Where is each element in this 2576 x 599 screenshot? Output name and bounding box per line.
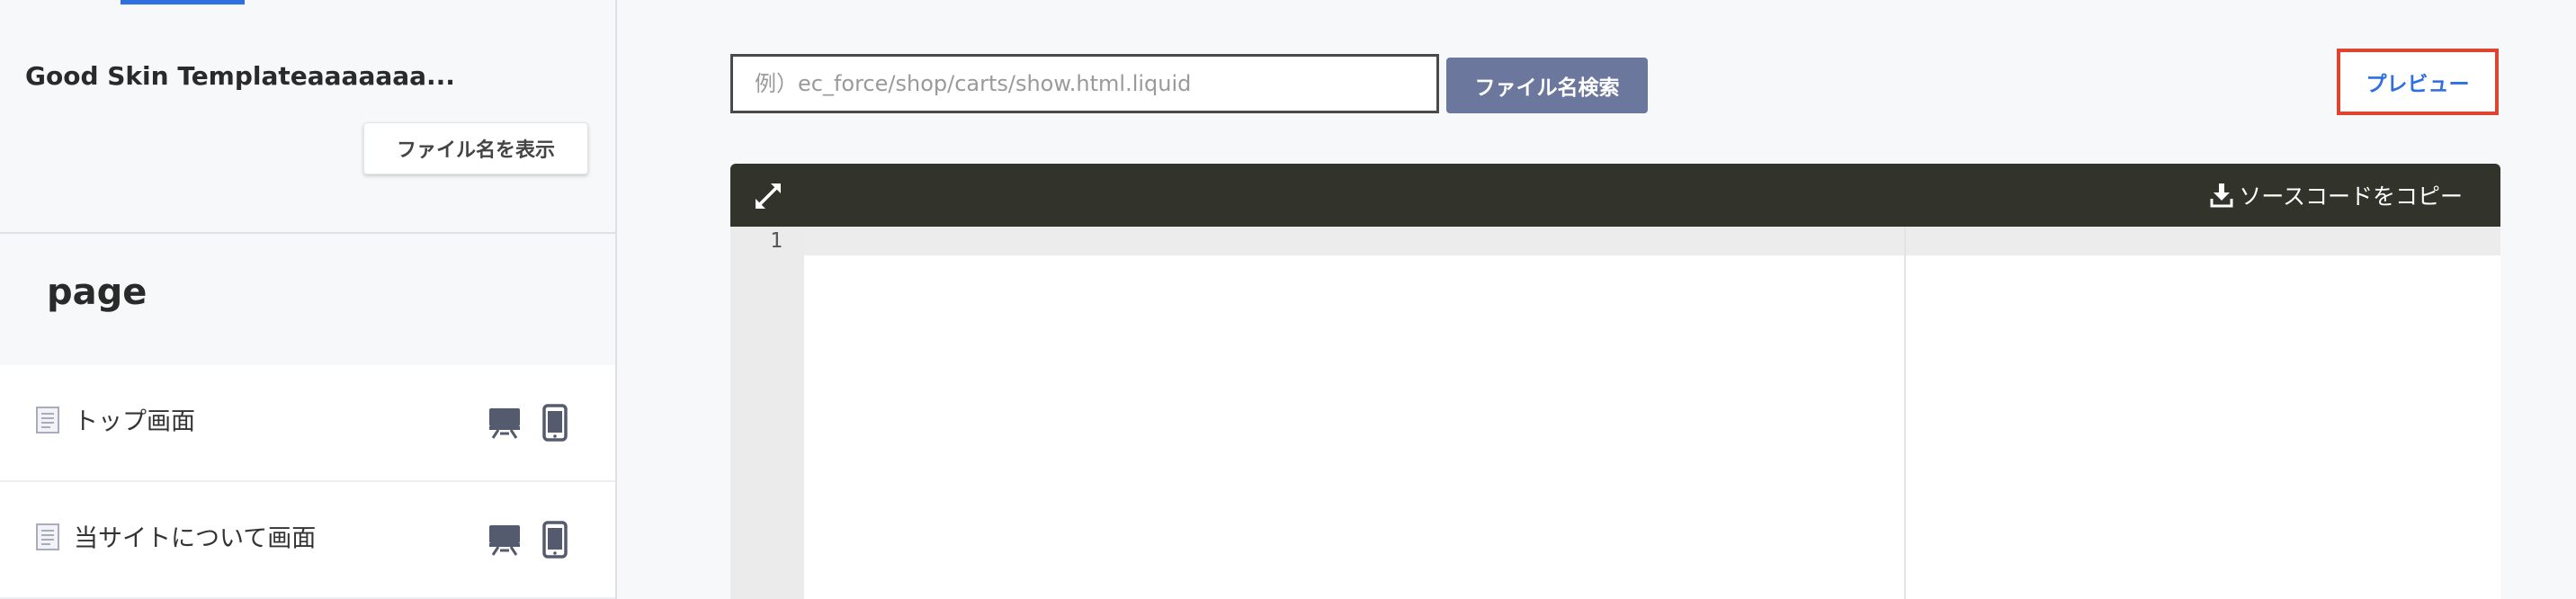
page-item-top[interactable]: トップ画面 (0, 365, 615, 482)
page-item-label: 当サイトについて画面 (74, 524, 317, 553)
copy-source-label: ソースコードをコピー (2239, 183, 2463, 210)
sidebar: Good Skin Templateaaaaaaa... ファイル名を表示 pa… (0, 0, 617, 599)
preview-button[interactable]: プレビュー (2337, 49, 2499, 115)
editor-gutter (730, 227, 804, 599)
page-list: トップ画面 当サイトについて画面 (0, 365, 615, 599)
desktop-icon[interactable] (487, 523, 522, 557)
filename-search-button[interactable]: ファイル名検索 (1446, 58, 1648, 113)
filename-search-input[interactable] (730, 54, 1439, 113)
document-icon (36, 407, 59, 434)
active-line-highlight[interactable] (804, 227, 2500, 255)
template-info: Good Skin Templateaaaaaaa... ファイル名を表示 (0, 0, 615, 234)
download-icon (2210, 183, 2233, 208)
editor-toolbar: ソースコードをコピー (730, 164, 2500, 227)
expand-arrows-icon[interactable] (752, 180, 784, 212)
page-item-label: トップ画面 (74, 407, 195, 436)
show-filenames-button[interactable]: ファイル名を表示 (363, 122, 588, 174)
print-margin (1904, 227, 1906, 599)
document-icon (36, 523, 59, 550)
desktop-icon[interactable] (487, 406, 522, 440)
smartphone-icon[interactable] (541, 404, 568, 442)
section-title: page (47, 272, 148, 313)
section-header: page (0, 236, 615, 365)
template-name: Good Skin Templateaaaaaaa... (25, 61, 455, 91)
line-number: 1 (770, 229, 783, 253)
code-editor: ソースコードをコピー 1 (730, 164, 2500, 599)
copy-source-button[interactable]: ソースコードをコピー (2210, 164, 2463, 227)
smartphone-icon[interactable] (541, 521, 568, 559)
page-item-about[interactable]: 当サイトについて画面 (0, 482, 615, 599)
